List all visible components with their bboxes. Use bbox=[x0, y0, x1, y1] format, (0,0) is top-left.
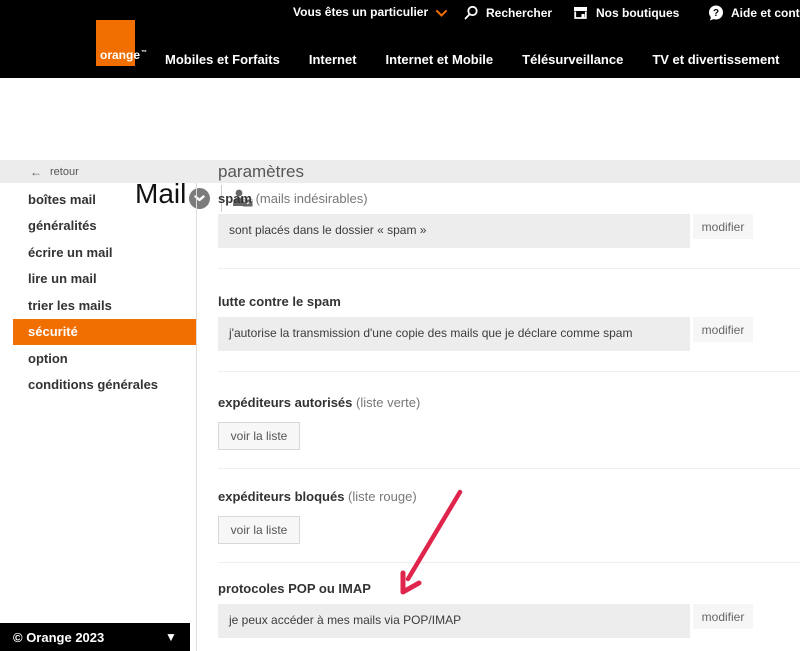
stores-button[interactable]: Nos boutiques bbox=[572, 5, 679, 20]
sidebar-divider bbox=[196, 183, 197, 651]
settings-page-title: paramètres bbox=[218, 160, 304, 183]
section-expediteurs-bloques: expéditeurs bloqués (liste rouge) voir l… bbox=[218, 468, 800, 562]
blocked-senders-view-list-button[interactable]: voir la liste bbox=[218, 516, 300, 544]
footer-expand-icon[interactable]: ▼ bbox=[165, 630, 177, 644]
storefront-icon bbox=[572, 5, 589, 20]
help-button[interactable]: ? Aide et conta bbox=[708, 5, 800, 21]
sidebar-item-lire-un-mail[interactable]: lire un mail bbox=[0, 266, 196, 293]
orange-mail-settings-page: Vous êtes un particulier Rechercher Nos … bbox=[0, 0, 800, 651]
mail-header: Mail bbox=[0, 78, 800, 160]
antispam-setting-value: j'autorise la transmission d'une copie d… bbox=[218, 317, 690, 351]
section-subtitle: (mails indésirables) bbox=[256, 191, 368, 206]
breadcrumb-bar: ← retour paramètres bbox=[0, 160, 800, 183]
section-title: lutte contre le spam bbox=[218, 293, 800, 311]
help-label: Aide et conta bbox=[731, 6, 800, 20]
sidebar-item-conditions-generales[interactable]: conditions générales bbox=[0, 372, 196, 399]
search-button[interactable]: Rechercher bbox=[464, 5, 552, 20]
footer-bar: © Orange 2023 ▼ bbox=[0, 623, 190, 651]
section-title: expéditeurs autorisés (liste verte) bbox=[218, 394, 800, 412]
help-icon: ? bbox=[708, 5, 724, 21]
sidebar-item-securite[interactable]: sécurité bbox=[13, 319, 196, 346]
spam-setting-value: sont placés dans le dossier « spam » bbox=[218, 214, 690, 248]
nav-internet[interactable]: Internet bbox=[309, 52, 357, 67]
orange-logo[interactable]: orange™ bbox=[96, 20, 135, 66]
section-subtitle: (liste verte) bbox=[356, 395, 420, 410]
back-arrow-icon: ← bbox=[30, 165, 42, 179]
nav-telesurveillance[interactable]: Télésurveillance bbox=[522, 52, 623, 67]
sidebar-item-ecrire-un-mail[interactable]: écrire un mail bbox=[0, 239, 196, 266]
section-protocoles-pop-imap: protocoles POP ou IMAP je peux accéder à… bbox=[218, 562, 800, 638]
copyright-text: © Orange 2023 bbox=[13, 630, 104, 645]
sidebar-item-option[interactable]: option bbox=[0, 345, 196, 372]
top-header: Vous êtes un particulier Rechercher Nos … bbox=[0, 0, 800, 78]
nav-internet-et-mobile[interactable]: Internet et Mobile bbox=[386, 52, 494, 67]
search-icon bbox=[464, 5, 479, 20]
section-title: spam (mails indésirables) bbox=[218, 190, 800, 208]
logo-trademark: ™ bbox=[141, 50, 147, 56]
sidebar-item-generalites[interactable]: généralités bbox=[0, 213, 196, 240]
logo-text: orange bbox=[100, 48, 140, 62]
audience-label: Vous êtes un particulier bbox=[293, 5, 428, 19]
section-expediteurs-autorises: expéditeurs autorisés (liste verte) voir… bbox=[218, 371, 800, 468]
allowed-senders-view-list-button[interactable]: voir la liste bbox=[218, 422, 300, 450]
main-navigation: Mobiles et Forfaits Internet Internet et… bbox=[165, 52, 800, 67]
section-spam: spam (mails indésirables) sont placés da… bbox=[218, 183, 800, 268]
settings-sidebar: boîtes mail généralités écrire un mail l… bbox=[0, 186, 196, 398]
search-label: Rechercher bbox=[486, 6, 552, 20]
section-title: protocoles POP ou IMAP bbox=[218, 580, 800, 598]
stores-label: Nos boutiques bbox=[596, 6, 679, 20]
nav-mobiles-et-forfaits[interactable]: Mobiles et Forfaits bbox=[165, 52, 280, 67]
sidebar-item-boites-mail[interactable]: boîtes mail bbox=[0, 186, 196, 213]
pop-imap-modify-button[interactable]: modifier bbox=[693, 604, 753, 629]
section-title: expéditeurs bloqués (liste rouge) bbox=[218, 488, 800, 506]
chevron-down-icon bbox=[436, 10, 447, 17]
settings-content: spam (mails indésirables) sont placés da… bbox=[218, 183, 800, 638]
back-link[interactable]: ← retour bbox=[30, 160, 79, 183]
antispam-modify-button[interactable]: modifier bbox=[693, 317, 753, 342]
svg-text:?: ? bbox=[713, 8, 719, 19]
audience-switcher[interactable]: Vous êtes un particulier bbox=[293, 5, 447, 19]
pop-imap-setting-value: je peux accéder à mes mails via POP/IMAP bbox=[218, 604, 690, 638]
spam-modify-button[interactable]: modifier bbox=[693, 214, 753, 239]
back-label: retour bbox=[50, 166, 79, 178]
sidebar-item-trier-les-mails[interactable]: trier les mails bbox=[0, 292, 196, 319]
section-subtitle: (liste rouge) bbox=[348, 489, 417, 504]
nav-tv-et-divertissement[interactable]: TV et divertissement bbox=[652, 52, 779, 67]
section-lutte-contre-le-spam: lutte contre le spam j'autorise la trans… bbox=[218, 268, 800, 371]
